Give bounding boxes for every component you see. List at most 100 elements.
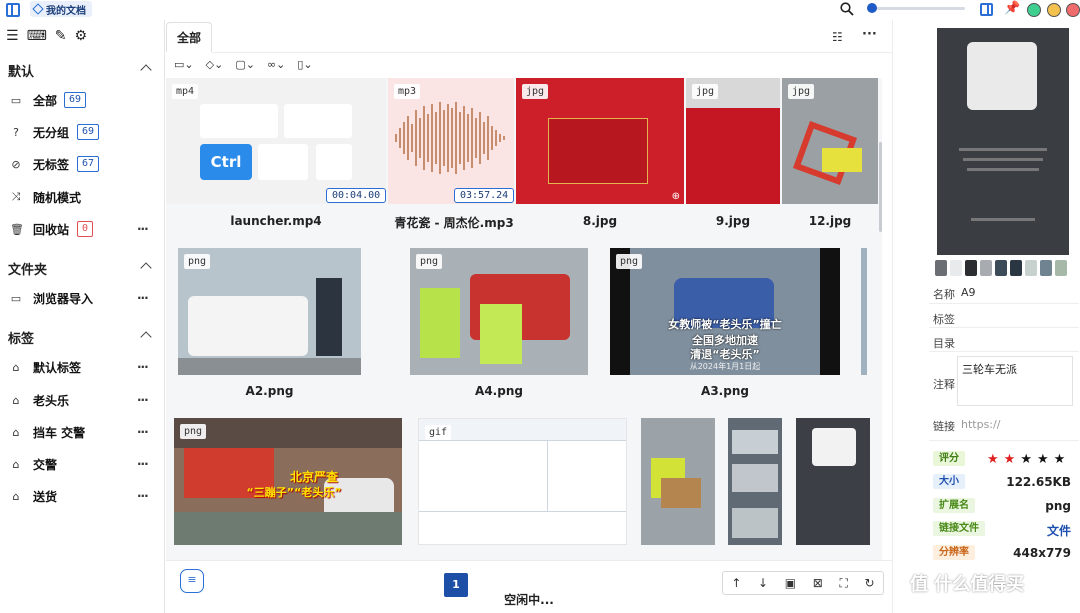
chevron-up-icon[interactable]	[140, 331, 152, 343]
color-swatch[interactable]	[980, 260, 992, 276]
car-shape	[188, 296, 308, 356]
minimize-button[interactable]	[1047, 3, 1061, 17]
menu-icon[interactable]: ☰	[6, 28, 19, 44]
linked-file-value[interactable]: 文件	[1047, 522, 1071, 539]
file-name: 青花瓷 - 周杰伦.mp3	[394, 216, 514, 230]
file-thumbnail-png[interactable]: 女教师被“老头乐”撞亡 全国多地加速 清退“老头乐” 从2024年1月1日起 p…	[610, 248, 840, 375]
sidebar-item-trash[interactable]: 🗑 回收站 0 ···	[0, 217, 165, 241]
arrow-down-icon[interactable]: ↓	[758, 576, 768, 590]
pin-icon[interactable]: 📌	[1004, 1, 1020, 16]
tag-filter-icon[interactable]: ◇⌄	[206, 58, 224, 71]
sidebar-item-ungrouped[interactable]: ? 无分组 69	[0, 120, 165, 144]
color-swatch[interactable]	[1055, 260, 1067, 276]
ext-value: png	[1045, 499, 1071, 513]
file-thumbnail-gif[interactable]: gif	[418, 418, 627, 545]
maximize-button[interactable]	[1027, 3, 1041, 17]
tab-all[interactable]: 全部	[166, 22, 212, 52]
file-thumbnail-png[interactable]: 北京严查 “三蹦子”“老头乐” png	[174, 418, 402, 545]
window-layout-icon[interactable]	[6, 3, 20, 17]
file-thumbnail-png[interactable]: png	[178, 248, 361, 375]
database-icon[interactable]: ≡	[180, 569, 204, 593]
zoom-slider[interactable]	[866, 3, 965, 13]
divider	[929, 303, 1079, 304]
file-thumbnail[interactable]	[728, 418, 782, 545]
folder-filter-icon[interactable]: ▭⌄	[174, 58, 194, 71]
count-badge: 67	[77, 156, 100, 172]
more-icon[interactable]: ···	[137, 291, 149, 305]
color-swatch[interactable]	[950, 260, 962, 276]
sidebar-item-tag[interactable]: ⌂ 送货 ···	[0, 484, 165, 508]
color-swatch[interactable]	[995, 260, 1007, 276]
star-icon[interactable]: ★	[987, 452, 999, 467]
settings-icon[interactable]: ⚙	[75, 28, 88, 44]
more-icon[interactable]: ···	[137, 425, 149, 439]
more-icon[interactable]: ···	[137, 489, 149, 503]
star-icon[interactable]: ★	[1004, 452, 1016, 467]
zoom-icon[interactable]: ⊕	[672, 191, 680, 202]
file-thumbnail-png[interactable]: png	[410, 248, 588, 375]
close-button[interactable]	[1066, 3, 1080, 17]
duration-badge: 00:04.00	[326, 188, 386, 203]
list-settings-icon[interactable]: ☷	[832, 30, 843, 44]
plugin-icon[interactable]: ✎	[55, 28, 67, 44]
sidebar-item-tag[interactable]: ⌂ 老头乐 ···	[0, 388, 165, 412]
file-thumbnail-jpg[interactable]: jpg	[782, 78, 878, 204]
photo-shape	[732, 430, 778, 454]
color-swatch[interactable]	[1040, 260, 1052, 276]
sidebar-item-random[interactable]: ⤨ 随机模式	[0, 185, 165, 209]
sidebar-item-folder[interactable]: ▭ 浏览器导入 ···	[0, 286, 165, 310]
image-preview[interactable]	[937, 28, 1069, 255]
invert-selection-icon[interactable]: ⛶	[839, 576, 847, 591]
sidebar-item-tag[interactable]: ⌂ 挡车 交警 ···	[0, 420, 165, 444]
select-all-icon[interactable]: ▣	[785, 576, 796, 590]
sidebar-item-untagged[interactable]: ⊘ 无标签 67	[0, 152, 165, 176]
star-icon[interactable]: ★	[1020, 452, 1032, 467]
note-textarea[interactable]: 三轮车无派	[957, 356, 1073, 406]
file-type-filter-icon[interactable]: ▯⌄	[297, 58, 312, 71]
resolution-label: 分辨率	[933, 545, 975, 560]
link-filter-icon[interactable]: ∞⌄	[267, 58, 285, 71]
more-icon[interactable]: ···	[137, 393, 149, 407]
file-thumbnail[interactable]	[641, 418, 715, 545]
more-options-icon[interactable]: ···	[862, 27, 877, 42]
deselect-icon[interactable]: ⊠	[813, 576, 823, 590]
refresh-icon[interactable]: ↻	[865, 576, 875, 590]
star-icon[interactable]: ★	[1037, 452, 1049, 467]
name-value[interactable]: A9	[961, 286, 976, 299]
link-input[interactable]: https://	[961, 418, 1000, 431]
color-swatch[interactable]	[1010, 260, 1022, 276]
star-icon[interactable]: ★	[1054, 452, 1066, 467]
officer-shape	[316, 278, 342, 356]
rating-stars[interactable]: ★ ★ ★ ★ ★	[987, 452, 1065, 467]
document-tab[interactable]: 我的文档	[30, 1, 92, 17]
sidebar-item-label: 无分组	[33, 125, 70, 140]
file-thumbnail-jpg[interactable]: jpg ⊕	[516, 78, 684, 204]
file-thumbnail-jpg[interactable]: jpg	[686, 78, 780, 204]
chevron-up-icon[interactable]	[140, 64, 152, 76]
more-icon[interactable]: ···	[137, 222, 149, 236]
file-thumbnail-partial[interactable]	[861, 248, 867, 375]
arrow-up-icon[interactable]: ↑	[731, 576, 741, 590]
color-swatch[interactable]	[935, 260, 947, 276]
sidebar-item-label: 送货	[33, 489, 58, 504]
grid-scrollbar[interactable]	[879, 142, 882, 232]
file-thumbnail-mp3[interactable]: mp3 03:57.24	[388, 78, 514, 204]
more-icon[interactable]: ···	[137, 360, 149, 374]
color-swatch[interactable]	[1025, 260, 1037, 276]
comment-filter-icon[interactable]: ▢⌄	[235, 58, 255, 71]
zoom-slider-knob[interactable]	[866, 3, 877, 13]
file-thumbnail[interactable]	[796, 418, 870, 545]
sidebar-item-tag[interactable]: ⌂ 默认标签 ···	[0, 355, 165, 379]
color-swatch[interactable]	[965, 260, 977, 276]
status-text: 空闲中...	[504, 593, 554, 607]
right-panel-toggle-icon[interactable]	[980, 3, 993, 16]
chevron-up-icon[interactable]	[140, 262, 152, 274]
file-thumbnail-mp4[interactable]: Ctrl mp4 00:04.00	[166, 78, 386, 204]
search-icon[interactable]	[840, 2, 854, 16]
sidebar-item-tag[interactable]: ⌂ 交警 ···	[0, 452, 165, 476]
more-icon[interactable]: ···	[137, 457, 149, 471]
sidebar-item-all[interactable]: ▭ 全部 69	[0, 88, 165, 112]
keyboard-icon[interactable]: ⌨	[27, 28, 47, 44]
linked-file-label: 链接文件	[933, 521, 985, 536]
cube-icon	[32, 3, 44, 15]
